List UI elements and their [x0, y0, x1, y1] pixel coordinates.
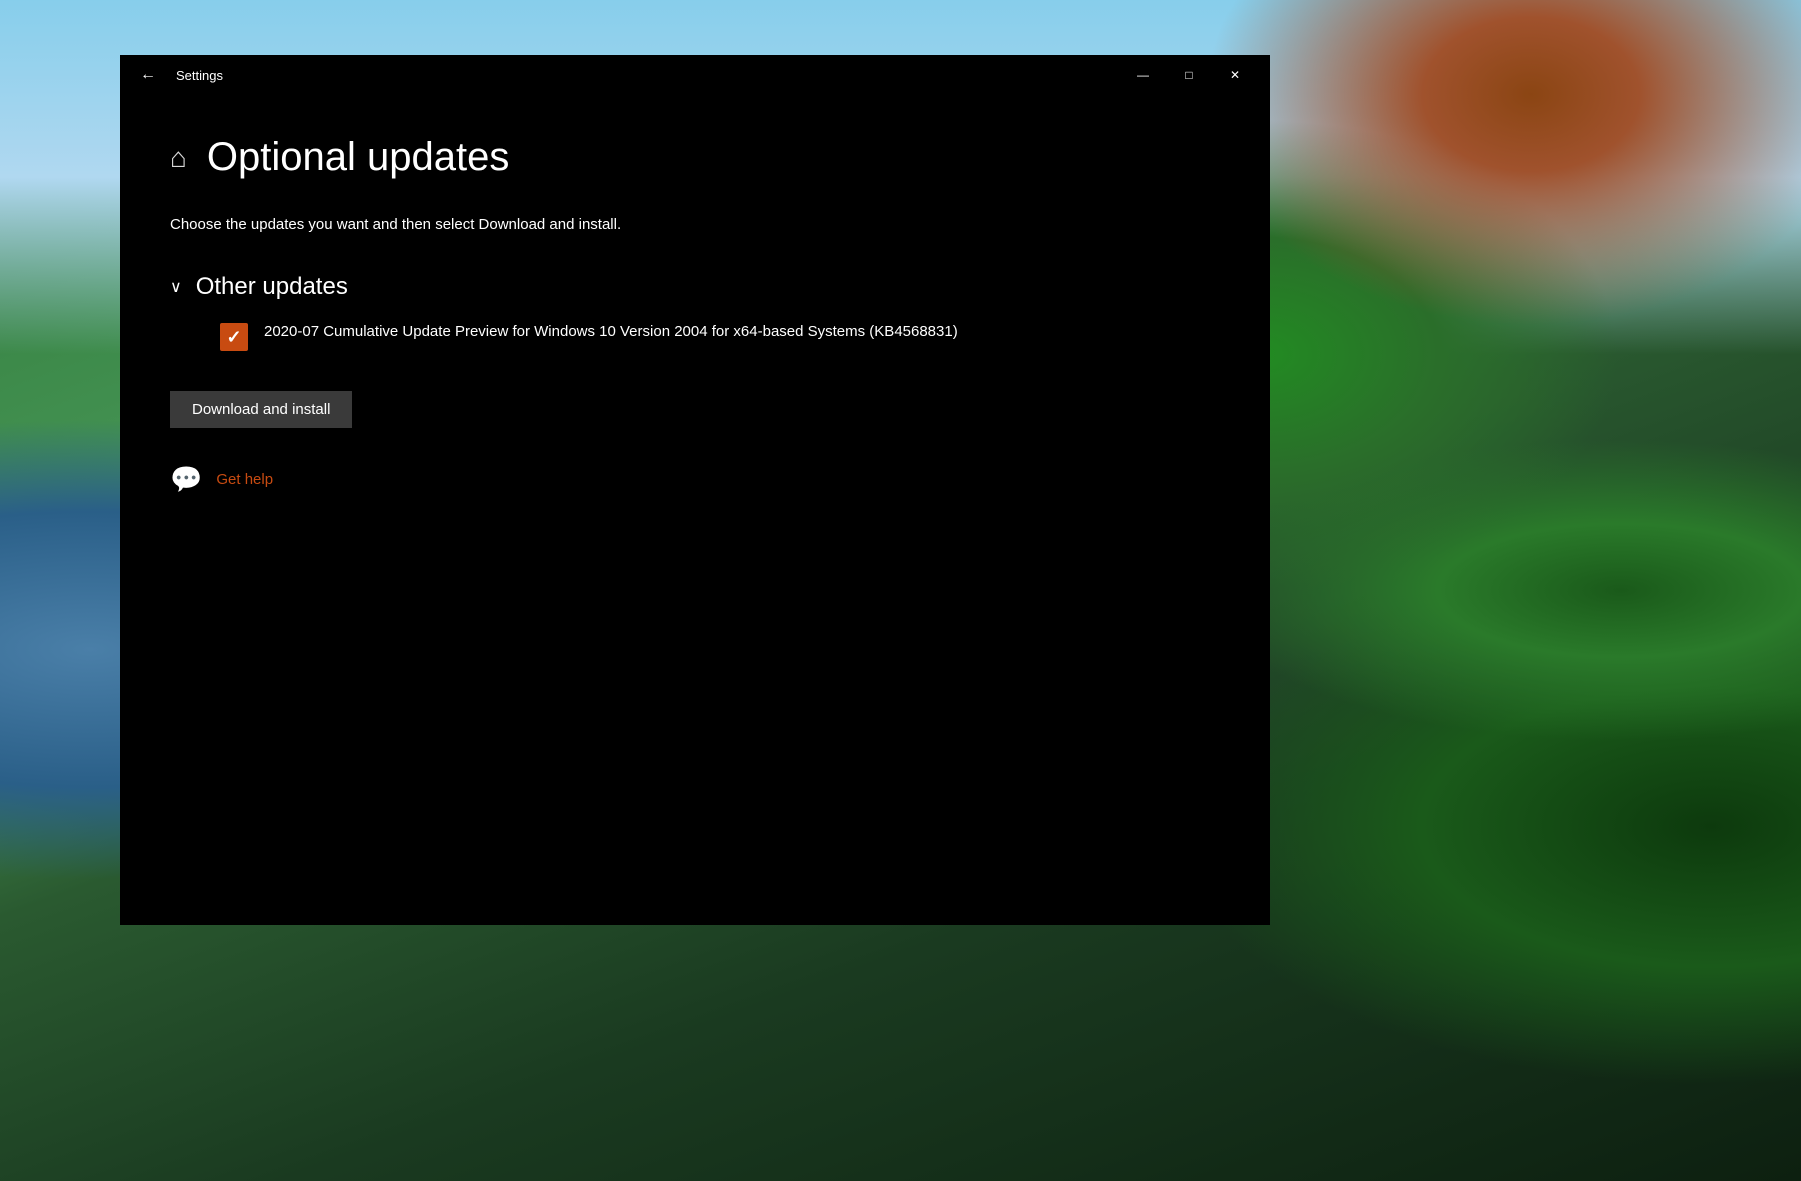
download-install-label: Download and install: [192, 401, 330, 418]
page-header: ⌂ Optional updates: [170, 135, 1220, 180]
back-button[interactable]: ←: [132, 62, 164, 88]
close-icon: ✕: [1230, 68, 1240, 82]
titlebar-title: Settings: [176, 68, 1120, 83]
checkbox-wrapper: ✓: [220, 323, 248, 351]
help-chat-icon: 💬: [170, 464, 202, 495]
home-icon: ⌂: [170, 142, 187, 174]
chevron-down-icon: ∨: [170, 277, 182, 297]
get-help-link[interactable]: Get help: [216, 471, 273, 488]
content-area: ⌂ Optional updates Choose the updates yo…: [120, 95, 1270, 925]
maximize-icon: □: [1185, 68, 1192, 82]
minimize-button[interactable]: —: [1120, 55, 1166, 95]
titlebar: ← Settings — □ ✕: [120, 55, 1270, 95]
download-install-button[interactable]: Download and install: [170, 391, 352, 428]
other-updates-section: ∨ Other updates ✓ 2020-07 Cumulative Upd…: [170, 273, 1220, 351]
update-item: ✓ 2020-07 Cumulative Update Preview for …: [170, 321, 1220, 351]
update-description: 2020-07 Cumulative Update Preview for Wi…: [264, 321, 958, 344]
close-button[interactable]: ✕: [1212, 55, 1258, 95]
section-title: Other updates: [196, 273, 348, 301]
update-checkbox[interactable]: ✓: [220, 323, 248, 351]
checkmark-icon: ✓: [226, 328, 241, 346]
maximize-button[interactable]: □: [1166, 55, 1212, 95]
get-help-section: 💬 Get help: [170, 464, 1220, 495]
section-header: ∨ Other updates: [170, 273, 1220, 301]
back-icon: ←: [140, 66, 156, 84]
page-title: Optional updates: [207, 135, 509, 180]
titlebar-controls: — □ ✕: [1120, 55, 1258, 95]
minimize-icon: —: [1137, 68, 1149, 82]
settings-window: ← Settings — □ ✕ ⌂ Optional updates Choo…: [120, 55, 1270, 925]
page-description: Choose the updates you want and then sel…: [170, 216, 1220, 233]
